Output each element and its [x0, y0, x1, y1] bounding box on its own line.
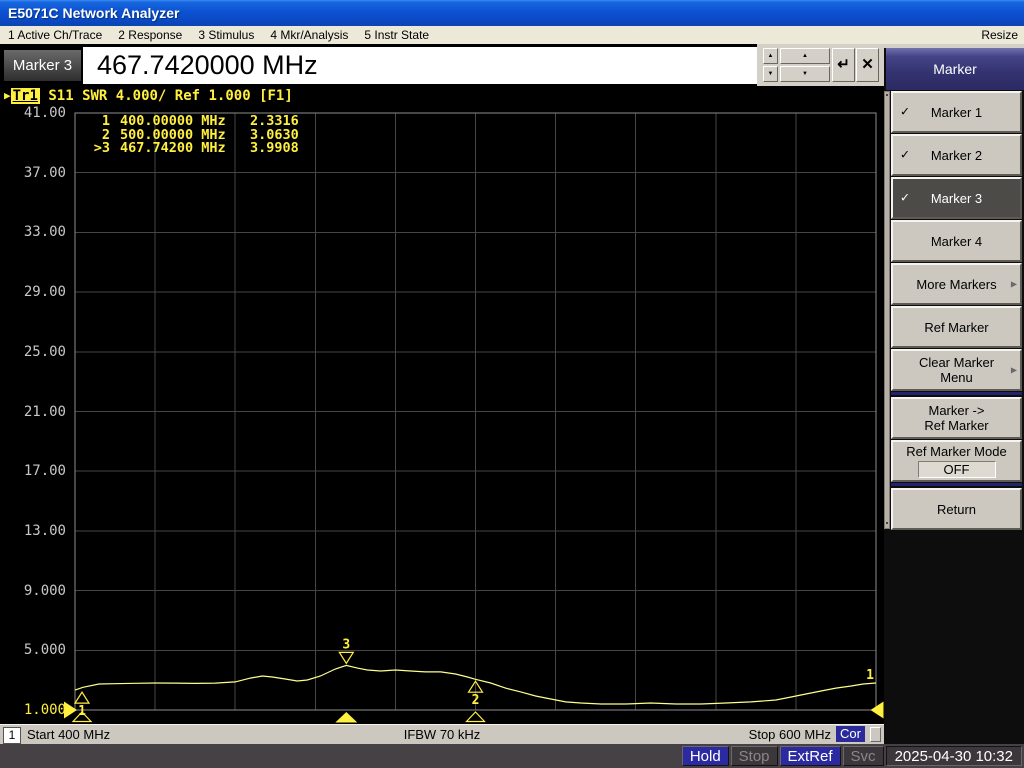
stop-frequency-label: Stop 600 MHz — [749, 727, 831, 742]
close-icon: ✕ — [861, 56, 874, 73]
channel-status-bar: 1 Start 400 MHz IFBW 70 kHz Stop 600 MHz… — [0, 724, 884, 744]
y-axis-label: 5.000 — [0, 642, 66, 658]
datetime-display: 2025-04-30 10:32 — [886, 746, 1022, 766]
spin-large-up-button[interactable]: ▲ — [780, 48, 830, 64]
menu-2-response[interactable]: 2 Response — [110, 26, 190, 44]
submenu-arrow-icon: ▶ — [1011, 363, 1017, 378]
softkey-menu-title: Marker — [886, 48, 1024, 90]
svg-text:1: 1 — [866, 668, 874, 683]
marker-stimulus-input[interactable]: 467.7420000 MHz — [83, 47, 757, 84]
y-axis-label: 37.00 — [0, 165, 66, 181]
softkey-marker-2[interactable]: ✓Marker 2 — [891, 134, 1022, 176]
active-trace-badge: Tr1 — [11, 88, 40, 104]
app-window: E5071C Network Analyzer 1 Active Ch/Trac… — [0, 0, 1024, 768]
entry-controls-panel: ▲ ▼ ▲ ▼ ↵ ✕ — [757, 44, 884, 86]
softkey-separator — [891, 483, 1022, 486]
svg-text:2: 2 — [472, 693, 480, 708]
y-axis-label: 33.00 — [0, 224, 66, 240]
marker-readout-row: >3467.74200 MHz3.9908 — [84, 142, 299, 156]
status-stop: Stop — [731, 746, 778, 766]
close-entry-button[interactable]: ✕ — [856, 48, 879, 82]
channel-number-badge: 1 — [3, 727, 21, 744]
svg-text:3: 3 — [342, 637, 350, 652]
status-extref: ExtRef — [780, 746, 841, 766]
y-axis-label: 13.00 — [0, 523, 66, 539]
softkey-marker-4[interactable]: Marker 4 — [891, 220, 1022, 262]
softkey-ref-marker-mode[interactable]: Ref Marker ModeOFF — [891, 440, 1022, 482]
ifbw-label: IFBW 70 kHz — [404, 727, 481, 742]
y-axis-label: 1.000 — [0, 702, 66, 718]
marker-readout-table: 1400.00000 MHz2.3316 2500.00000 MHz3.063… — [84, 115, 299, 156]
y-axis-label: 25.00 — [0, 344, 66, 360]
softkey-sidebar: Marker ✓Marker 1✓Marker 2✓Marker 3Marker… — [884, 48, 1024, 744]
softkey-marker-3[interactable]: ✓Marker 3 — [891, 177, 1022, 219]
up-arrow-icon: ▲ — [768, 53, 774, 59]
active-trace-pointer-icon: ▶ — [4, 89, 11, 102]
spin-small-up-button[interactable]: ▲ — [763, 48, 778, 64]
analyzer-screen: 1231 ▶Tr1 S11 SWR 4.000/ Ref 1.000 [F1] … — [0, 86, 884, 724]
check-icon: ✓ — [900, 148, 910, 163]
status-hold: Hold — [682, 746, 729, 766]
system-status-bar: HoldStopExtRefSvc 2025-04-30 10:32 — [0, 744, 1024, 768]
spin-small-down-button[interactable]: ▼ — [763, 66, 778, 82]
swr-plot: 1231 — [0, 86, 884, 724]
softkey-separator — [891, 392, 1022, 395]
down-arrow-icon: ▼ — [802, 71, 808, 77]
status-svc: Svc — [843, 746, 884, 766]
y-axis-label: 41.00 — [0, 105, 66, 121]
trace-format-text: S11 SWR 4.000/ Ref 1.000 [F1] — [40, 88, 293, 104]
check-icon: ✓ — [900, 191, 910, 206]
y-axis-label: 9.000 — [0, 583, 66, 599]
menu-3-stimulus[interactable]: 3 Stimulus — [190, 26, 262, 44]
enter-button[interactable]: ↵ — [832, 48, 855, 82]
menu-5-instr-state[interactable]: 5 Instr State — [356, 26, 437, 44]
softkey-value-box: OFF — [918, 461, 996, 478]
softkey-clear-marker-menu[interactable]: Clear MarkerMenu▶ — [891, 349, 1022, 391]
y-axis-label: 17.00 — [0, 463, 66, 479]
marker-entry-bar: Marker 3 467.7420000 MHz ▲ ▼ ▲ ▼ ↵ ✕ — [0, 44, 1024, 86]
start-frequency-label: Start 400 MHz — [27, 727, 110, 742]
softkey-return[interactable]: Return — [891, 488, 1022, 530]
spin-large-down-button[interactable]: ▼ — [780, 66, 830, 82]
corner-box — [870, 727, 881, 742]
y-axis-label: 21.00 — [0, 404, 66, 420]
softkey-marker-1[interactable]: ✓Marker 1 — [891, 91, 1022, 133]
enter-icon: ↵ — [837, 56, 850, 73]
softkey-scrollbar[interactable] — [884, 91, 890, 529]
trace-status-line: ▶Tr1 S11 SWR 4.000/ Ref 1.000 [F1] — [4, 88, 293, 104]
correction-badge: Cor — [836, 726, 865, 742]
menu-1-active-ch-trace[interactable]: 1 Active Ch/Trace — [0, 26, 110, 44]
check-icon: ✓ — [900, 105, 910, 120]
submenu-arrow-icon: ▶ — [1011, 277, 1017, 292]
softkey-more-markers[interactable]: More Markers▶ — [891, 263, 1022, 305]
menubar: 1 Active Ch/Trace2 Response3 Stimulus4 M… — [0, 26, 1024, 44]
entry-field-label: Marker 3 — [4, 50, 81, 81]
resize-button[interactable]: Resize — [981, 26, 1018, 44]
softkey-ref-marker[interactable]: Ref Marker — [891, 306, 1022, 348]
titlebar: E5071C Network Analyzer — [0, 0, 1024, 26]
y-axis-label: 29.00 — [0, 284, 66, 300]
softkey-marker-ref-marker[interactable]: Marker ->Ref Marker — [891, 397, 1022, 439]
window-title: E5071C Network Analyzer — [8, 5, 179, 21]
down-arrow-icon: ▼ — [768, 71, 774, 77]
menu-4-mkr-analysis[interactable]: 4 Mkr/Analysis — [262, 26, 356, 44]
up-arrow-icon: ▲ — [802, 53, 808, 59]
